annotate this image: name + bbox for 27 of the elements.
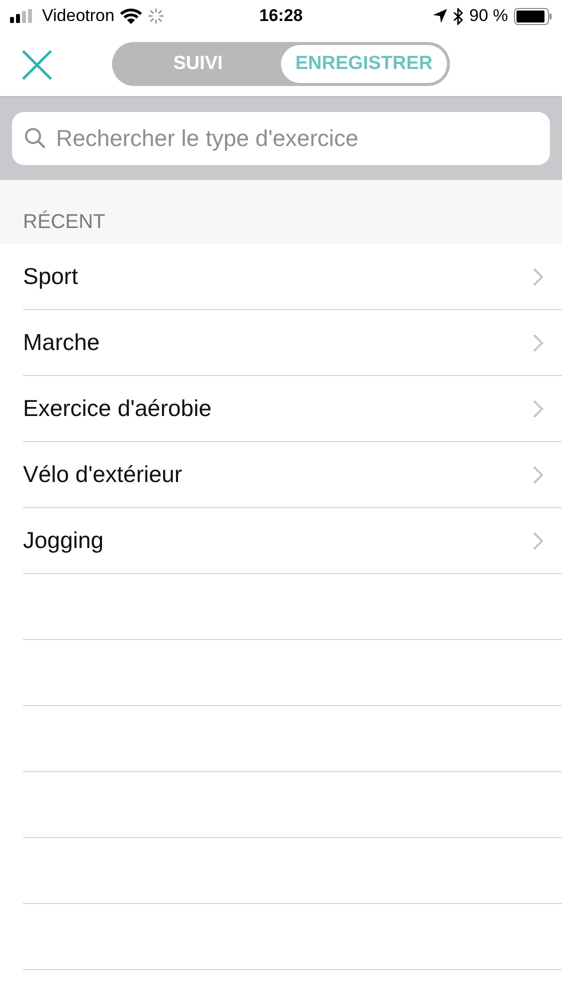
exercise-list-item[interactable]: Marche (23, 310, 562, 376)
chevron-right-icon (532, 266, 544, 286)
exercise-list-item[interactable]: Sport (23, 244, 562, 310)
exercise-list-item[interactable]: Exercice d'aérobie (23, 376, 562, 442)
chevron-right-icon (532, 464, 544, 484)
carrier-name: Videotron (42, 6, 114, 26)
chevron-right-icon (532, 530, 544, 550)
exercise-list-item[interactable]: Vélo d'extérieur (23, 442, 562, 508)
exercise-list-item[interactable]: Jogging (23, 508, 562, 574)
search-field[interactable]: Rechercher le type d'exercice (12, 112, 550, 165)
exercise-label: Jogging (23, 527, 104, 554)
loading-icon (148, 8, 164, 24)
bluetooth-icon (453, 8, 464, 24)
location-arrow-icon (433, 9, 448, 23)
close-button[interactable] (20, 48, 54, 82)
exercise-label: Marche (23, 329, 100, 356)
chevron-right-icon (532, 332, 544, 352)
chevron-right-icon (532, 398, 544, 418)
section-header: RÉCENT (23, 211, 106, 234)
exercise-label: Exercice d'aérobie (23, 395, 212, 422)
clock-time: 16:28 (259, 6, 303, 26)
exercise-label: Sport (23, 263, 78, 290)
close-icon (20, 48, 54, 82)
battery-icon (514, 8, 552, 24)
exercise-label: Vélo d'extérieur (23, 461, 182, 488)
wifi-icon (120, 8, 142, 24)
battery-percent: 90 % (469, 6, 508, 26)
